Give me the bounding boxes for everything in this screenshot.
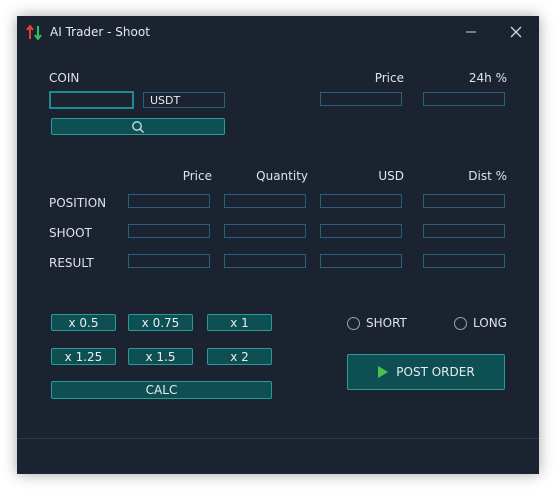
short-label: SHORT	[366, 316, 407, 330]
row-label-result: RESULT	[49, 256, 94, 270]
multiplier-1-25-button[interactable]: x 1.25	[51, 348, 116, 365]
window-title: AI Trader - Shoot	[50, 25, 150, 39]
play-icon	[378, 366, 389, 378]
minimize-button[interactable]	[463, 24, 479, 40]
search-button[interactable]	[51, 118, 225, 135]
shoot-dist-field[interactable]	[423, 224, 505, 238]
position-price-field	[128, 194, 210, 208]
header-dist: Dist %	[468, 169, 507, 183]
position-quantity-field	[224, 194, 306, 208]
position-usd-field	[320, 194, 402, 208]
coin-input[interactable]	[49, 91, 134, 109]
close-icon	[510, 26, 522, 38]
long-radio[interactable]	[454, 317, 467, 330]
header-price: Price	[182, 169, 212, 183]
coin-label: COIN	[49, 71, 80, 85]
shoot-quantity-field[interactable]	[224, 224, 306, 238]
minimize-icon	[466, 31, 476, 33]
row-label-position: POSITION	[49, 196, 107, 210]
result-price-field	[128, 254, 210, 268]
row-label-shoot: SHOOT	[49, 226, 92, 240]
shoot-price-field[interactable]	[128, 224, 210, 238]
change-24h-field	[423, 92, 505, 106]
result-usd-field	[320, 254, 402, 268]
result-quantity-field	[224, 254, 306, 268]
quote-currency-field[interactable]	[143, 92, 225, 108]
header-quantity: Quantity	[256, 169, 308, 183]
header-usd: USD	[378, 169, 404, 183]
multiplier-0-5-button[interactable]: x 0.5	[51, 314, 116, 331]
calc-button[interactable]: CALC	[51, 381, 272, 399]
short-radio[interactable]	[347, 317, 360, 330]
long-label: LONG	[473, 316, 507, 330]
change-24h-label: 24h %	[468, 71, 507, 85]
post-order-button[interactable]: POST ORDER	[347, 354, 505, 390]
app-window: AI Trader - Shoot COIN Price 24h % Price…	[17, 16, 539, 474]
market-price-label: Price	[374, 71, 404, 85]
multiplier-1-5-button[interactable]: x 1.5	[128, 348, 193, 365]
post-order-label: POST ORDER	[396, 365, 475, 379]
multiplier-0-75-button[interactable]: x 0.75	[128, 314, 193, 331]
position-dist-field	[423, 194, 505, 208]
close-button[interactable]	[508, 24, 524, 40]
result-dist-field	[423, 254, 505, 268]
app-logo-icon	[26, 24, 43, 41]
shoot-usd-field[interactable]	[320, 224, 402, 238]
search-icon	[132, 120, 144, 133]
multiplier-1-button[interactable]: x 1	[207, 314, 272, 331]
multiplier-2-button[interactable]: x 2	[207, 348, 272, 365]
market-price-field	[320, 92, 402, 106]
status-divider	[17, 438, 539, 439]
